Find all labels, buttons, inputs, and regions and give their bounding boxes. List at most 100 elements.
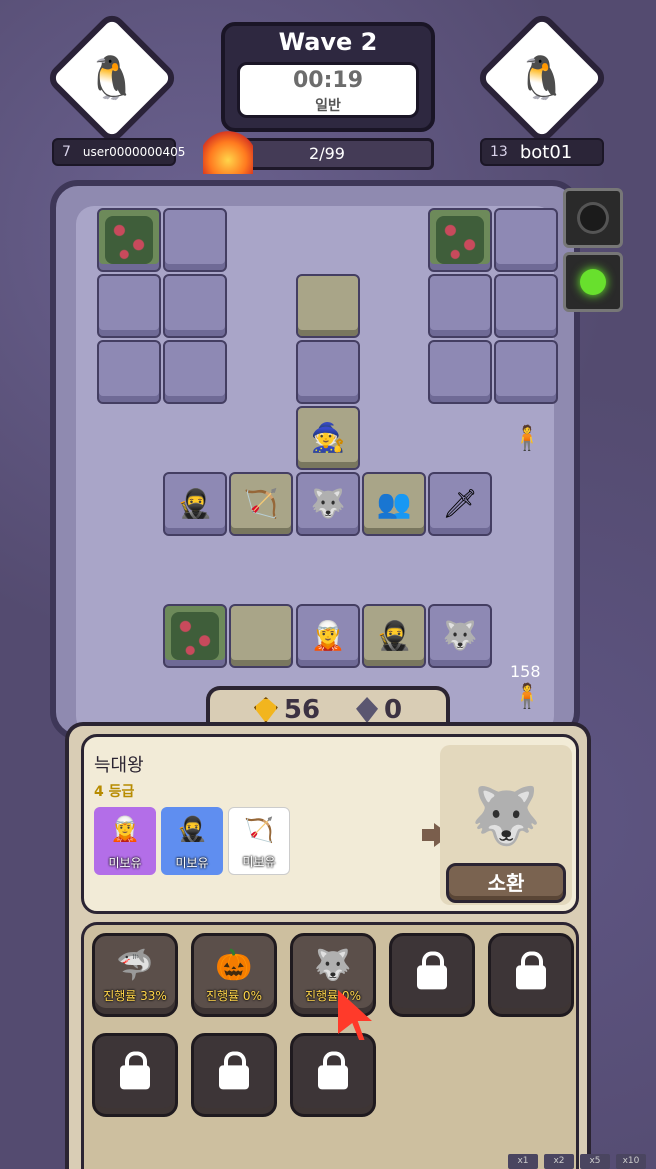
speed-x2-button[interactable]: x2 — [544, 1154, 574, 1169]
speed-x10-button[interactable]: x10 — [616, 1154, 646, 1169]
board-tile-thorn — [97, 208, 161, 272]
board-tile[interactable] — [163, 274, 227, 338]
board-tile-olive[interactable]: 🏹 — [229, 472, 293, 536]
board-tile-olive[interactable] — [296, 274, 360, 338]
board-tile[interactable] — [428, 340, 492, 404]
locked-slot[interactable] — [92, 1033, 178, 1117]
penguin-avatar-icon: 🐧 — [85, 53, 139, 102]
locked-slot[interactable] — [191, 1033, 277, 1117]
unit-slot-grid: 🦈 진행률 33% 🎃 진행률 0% 🐺 진행률 0% — [81, 922, 579, 1169]
bomb-orb-icon[interactable] — [563, 188, 623, 248]
game-mode: 일반 — [315, 98, 341, 114]
left-player-level: 7 — [62, 144, 71, 160]
board-tile[interactable] — [494, 340, 558, 404]
board-tile-olive[interactable] — [229, 604, 293, 668]
lock-icon — [219, 1051, 249, 1090]
fire-icon — [203, 128, 253, 174]
unit-sprite-icon[interactable]: 🐺 — [311, 490, 346, 518]
unit-slot[interactable]: 🎃 진행률 0% — [191, 933, 277, 1017]
board-tile-olive[interactable]: 👥 — [362, 472, 426, 536]
locked-slot[interactable] — [290, 1033, 376, 1117]
shark-sprite-icon: 🦈 — [116, 948, 154, 983]
unit-sprite-icon[interactable]: 🐺 — [443, 622, 478, 650]
lock-icon — [318, 1051, 348, 1090]
unit-name: 늑대왕 — [94, 755, 144, 776]
lock-icon — [120, 1051, 150, 1090]
board-tile-olive[interactable]: 🧙 — [296, 406, 360, 470]
speed-x5-button[interactable]: x5 — [580, 1154, 610, 1169]
requirement-label: 미보유 — [242, 855, 276, 869]
board-tile[interactable]: 🧝 — [296, 604, 360, 668]
unit-slot[interactable]: 🦈 진행률 33% — [92, 933, 178, 1017]
unit-grade: 4 등급 — [94, 784, 135, 800]
left-player-tag: 7 user0000000405 — [52, 138, 185, 166]
unit-sprite-icon[interactable]: 🥷 — [377, 622, 412, 650]
gem-resource: 0 — [356, 695, 402, 725]
speed-x1-button[interactable]: x1 — [508, 1154, 538, 1169]
gem-count: 0 — [384, 695, 403, 725]
board-tile-olive[interactable]: 🥷 — [362, 604, 426, 668]
board-tile[interactable] — [428, 274, 492, 338]
board-tile[interactable]: 🐺 — [296, 472, 360, 536]
wave-timer: 00:19 — [292, 68, 364, 93]
board-tile[interactable] — [296, 340, 360, 404]
board-tile[interactable] — [163, 208, 227, 272]
enemy-count: 2/99 — [309, 144, 345, 163]
green-orb-icon[interactable] — [563, 252, 623, 312]
board-tile[interactable] — [97, 340, 161, 404]
unit-sprite-icon[interactable]: 🏹 — [244, 490, 279, 518]
requirement-label: 미보유 — [108, 856, 142, 870]
unit-sprite-icon[interactable]: 🧝 — [311, 622, 346, 650]
target-unit-card: 🐺 소환 — [440, 745, 572, 905]
enemy-hp: 158 — [510, 662, 541, 681]
right-player-name: bot01 — [519, 141, 573, 163]
unit-slot[interactable]: 🐺 진행률 0% — [290, 933, 376, 1017]
gold-gem-icon — [253, 697, 278, 723]
penguin-avatar-icon: 🐧 — [515, 53, 569, 102]
requirement-slot[interactable]: 🏹 미보유 — [228, 807, 290, 875]
board-tile[interactable] — [494, 208, 558, 272]
left-player-name: user0000000405 — [82, 145, 186, 159]
slot-progress: 진행률 33% — [103, 989, 167, 1003]
board-tile[interactable] — [494, 274, 558, 338]
wave-label: Wave 2 — [278, 28, 378, 56]
board-tile-thorn — [163, 604, 227, 668]
ninja-sprite-icon: 🥷 — [177, 815, 207, 843]
enemy-sprite-icon: 🧍 — [512, 424, 542, 452]
requirement-slot[interactable]: 🥷 미보유 — [161, 807, 223, 875]
unit-sprite-icon[interactable]: 🥷 — [178, 490, 213, 518]
right-player-level: 13 — [490, 144, 508, 160]
requirement-label: 미보유 — [175, 856, 209, 870]
lock-icon — [417, 951, 447, 990]
wave-panel: Wave 2 00:19 일반 — [221, 22, 435, 132]
enemy-sprite-icon: 🧍 — [512, 682, 542, 710]
slot-progress: 진행률 0% — [305, 989, 361, 1003]
board-tile[interactable] — [97, 274, 161, 338]
timer-box: 00:19 일반 — [237, 62, 419, 118]
slot-progress: 진행률 0% — [206, 989, 262, 1003]
pumpkin-sprite-icon: 🎃 — [215, 948, 253, 983]
board-tile[interactable] — [163, 340, 227, 404]
requirement-slot[interactable]: 🧝 미보유 — [94, 807, 156, 875]
lock-icon — [516, 951, 546, 990]
locked-slot[interactable] — [389, 933, 475, 1017]
gold-count: 56 — [283, 695, 321, 725]
locked-slot[interactable] — [488, 933, 574, 1017]
summon-button[interactable]: 소환 — [446, 863, 566, 903]
board-tile[interactable]: 🐺 — [428, 604, 492, 668]
unit-sprite-icon[interactable]: 🧙 — [311, 424, 346, 452]
wolf-king-sprite-icon: 🐺 — [314, 948, 352, 983]
board-tile[interactable]: 🗡 — [428, 472, 492, 536]
gold-resource: 56 — [253, 695, 321, 725]
right-player-tag: 13 bot01 — [480, 138, 604, 166]
board-tile-thorn — [428, 208, 492, 272]
wolf-king-sprite-icon: 🐺 — [471, 784, 541, 849]
board-tile[interactable]: 🥷 — [163, 472, 227, 536]
recipe-card: 늑대왕 4 등급 🧝 미보유 🥷 미보유 🏹 미보유 🐺 소환 — [81, 734, 579, 914]
goblin-sprite-icon: 🧝 — [110, 815, 140, 843]
unit-sprite-icon[interactable]: 👥 — [377, 490, 412, 518]
dark-gem-icon — [356, 697, 379, 723]
unit-sprite-icon[interactable]: 🗡 — [442, 490, 478, 518]
summon-panel: 늑대왕 4 등급 🧝 미보유 🥷 미보유 🏹 미보유 🐺 소환 🦈 진행률 33… — [65, 722, 591, 1169]
warrior-sprite-icon: 🏹 — [244, 816, 274, 844]
